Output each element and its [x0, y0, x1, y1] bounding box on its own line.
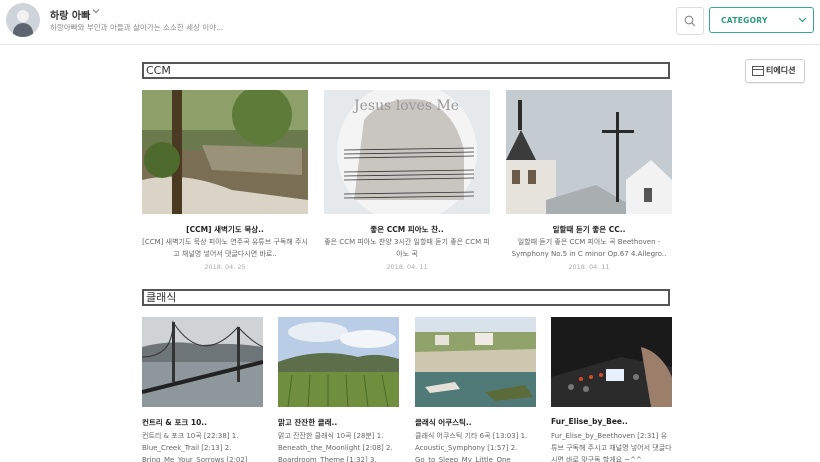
- post-thumbnail-audio-mixer[interactable]: [551, 317, 672, 407]
- post-title[interactable]: [CCM] 새벽기도 묵상..: [142, 224, 308, 235]
- post-card[interactable]: 클래식 어쿠스틱.. 클래식 어쿠스틱 기타 6곡 [13:03] 1. Aco…: [415, 317, 536, 462]
- section-header-ccm: CCM: [142, 62, 670, 79]
- category-dropdown[interactable]: CATEGORY: [709, 7, 814, 33]
- post-thumbnail-garden[interactable]: [142, 90, 308, 214]
- tedition-button[interactable]: 티에디션: [745, 59, 805, 83]
- post-card[interactable]: Fur_Elise_by_Bee.. Fur_Elise_by_Beethove…: [551, 317, 672, 462]
- search-button[interactable]: [676, 7, 704, 35]
- blog-title[interactable]: 하랑 아빠: [50, 7, 90, 22]
- svg-text:Jesus loves Me: Jesus loves Me: [352, 98, 459, 114]
- post-summary: 일할때 듣기 좋은 CCM 피아노 곡 Beethoven - Symphony…: [511, 238, 667, 258]
- category-label: CATEGORY: [721, 16, 768, 25]
- post-summary: 클래식 어쿠스틱 기타 6곡 [13:03] 1. Acoustic_Symph…: [415, 432, 528, 462]
- post-title[interactable]: 좋은 CCM 피아노 찬..: [324, 224, 490, 235]
- post-card[interactable]: 맑고 잔잔한 클래.. 맑고 잔잔한 클래식 10곡 [28분] 1. Bene…: [278, 317, 399, 462]
- post-title[interactable]: Fur_Elise_by_Bee..: [551, 417, 672, 426]
- post-summary: 컨트리 & 포크 10곡 [22:38] 1. Blue_Creek_Trail…: [142, 432, 248, 462]
- post-title[interactable]: 컨트리 & 포크 10..: [142, 417, 263, 428]
- tedition-icon: [752, 66, 764, 76]
- post-title[interactable]: 일할때 듣기 좋은 CC..: [506, 224, 672, 235]
- post-title[interactable]: 맑고 잔잔한 클래..: [278, 417, 399, 428]
- search-icon: [684, 15, 696, 27]
- post-thumbnail-cornfield[interactable]: [278, 317, 399, 407]
- post-date: 2018. 04. 25: [204, 263, 246, 271]
- post-thumbnail-church[interactable]: [506, 90, 672, 214]
- chevron-down-icon: [798, 17, 807, 23]
- post-title[interactable]: 클래식 어쿠스틱..: [415, 417, 536, 428]
- post-summary: Fur_Elise_by_Beethoven [2:31] 유튜브 구독해 주시…: [551, 432, 672, 462]
- blog-header: 하랑 아빠 하랑아빠와 부인과 아들과 살아가는 소소한 세상 이야... CA…: [0, 0, 820, 45]
- post-card[interactable]: 컨트리 & 포크 10.. 컨트리 & 포크 10곡 [22:38] 1. Bl…: [142, 317, 263, 462]
- chevron-down-icon[interactable]: [92, 7, 100, 18]
- post-thumbnail-sheet-music[interactable]: Jesus loves Me: [324, 90, 490, 214]
- post-card[interactable]: [CCM] 새벽기도 묵상.. [CCM] 새벽기도 묵상 피아노 연주곡 유튜…: [142, 90, 308, 271]
- post-date: 2018. 04. 11: [386, 263, 428, 271]
- post-date: 2018. 04. 11: [568, 263, 610, 271]
- section-title: 클래식: [146, 291, 177, 304]
- post-summary: 맑고 잔잔한 클래식 10곡 [28분] 1. Beneath_the_Moon…: [278, 432, 393, 462]
- post-card[interactable]: 일할때 듣기 좋은 CC.. 일할때 듣기 좋은 CCM 피아노 곡 Beeth…: [506, 90, 672, 271]
- post-thumbnail-bridge[interactable]: [142, 317, 263, 407]
- post-summary: [CCM] 새벽기도 묵상 피아노 연주곡 유튜브 구독해 주시고 채널명 넣어…: [142, 238, 308, 258]
- post-thumbnail-riverside[interactable]: [415, 317, 536, 407]
- blog-description: 하랑아빠와 부인과 아들과 살아가는 소소한 세상 이야...: [50, 23, 224, 32]
- tedition-label: 티에디션: [766, 66, 796, 75]
- section-header-classical: 클래식: [142, 289, 670, 306]
- post-card[interactable]: Jesus loves Me 좋은 CCM 피아노 찬.. 좋은 CCM 피아노…: [324, 90, 490, 271]
- post-summary: 좋은 CCM 피아노 찬양 3시간 일할때 듣기 좋은 CCM 피아노 곡: [324, 238, 490, 258]
- section-title: CCM: [146, 64, 171, 77]
- avatar[interactable]: [6, 3, 40, 37]
